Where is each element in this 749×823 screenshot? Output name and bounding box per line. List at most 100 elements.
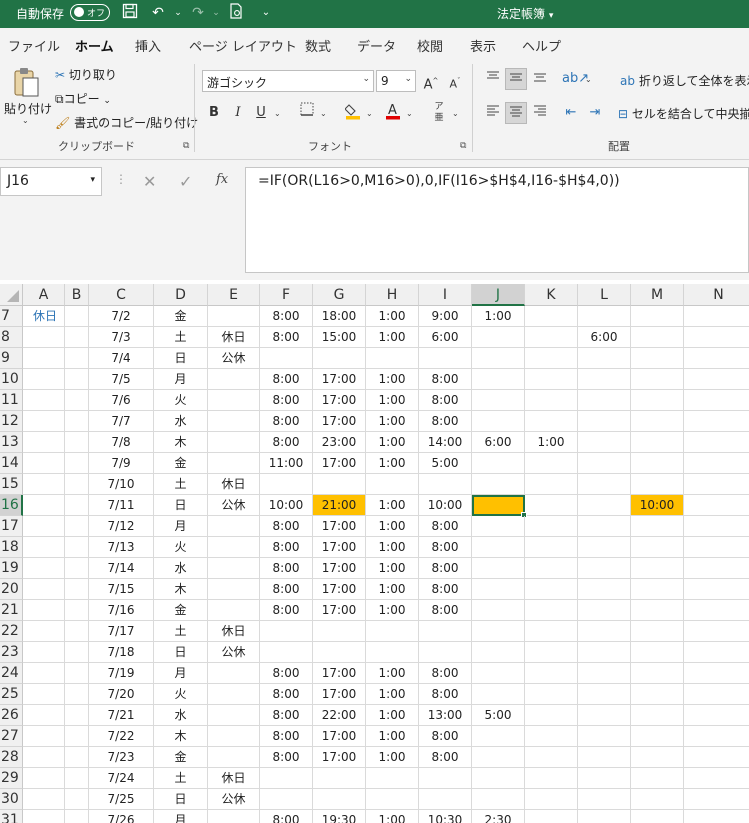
cell-a28[interactable] <box>23 747 65 768</box>
cell-e22[interactable]: 休日 <box>208 621 260 642</box>
cell-e20[interactable] <box>208 579 260 600</box>
cell-j13[interactable]: 6:00 <box>472 432 525 453</box>
cell-a31[interactable] <box>23 810 65 823</box>
cell-g29[interactable] <box>313 768 366 789</box>
cell-c15[interactable]: 7/10 <box>89 474 154 495</box>
formula-input[interactable]: =IF(OR(L16>0,M16>0),0,IF(I16>$H$4,I16-$H… <box>245 167 749 273</box>
cell-e7[interactable] <box>208 306 260 327</box>
cell-g17[interactable]: 17:00 <box>313 516 366 537</box>
cell-b27[interactable] <box>65 726 89 747</box>
cell-n20[interactable] <box>684 579 749 600</box>
cell-b21[interactable] <box>65 600 89 621</box>
cell-c27[interactable]: 7/22 <box>89 726 154 747</box>
print-preview-icon[interactable] <box>226 3 246 23</box>
cell-h12[interactable]: 1:00 <box>366 411 419 432</box>
cell-d11[interactable]: 火 <box>154 390 208 411</box>
cell-j12[interactable] <box>472 411 525 432</box>
cell-j31[interactable]: 2:30 <box>472 810 525 823</box>
cell-a17[interactable] <box>23 516 65 537</box>
cell-g12[interactable]: 17:00 <box>313 411 366 432</box>
cell-f24[interactable]: 8:00 <box>260 663 313 684</box>
cell-e26[interactable] <box>208 705 260 726</box>
cell-l28[interactable] <box>578 747 631 768</box>
cell-h9[interactable] <box>366 348 419 369</box>
cell-i17[interactable]: 8:00 <box>419 516 472 537</box>
font-launcher-icon[interactable]: ⧉ <box>460 141 466 151</box>
cell-h29[interactable] <box>366 768 419 789</box>
cell-e19[interactable] <box>208 558 260 579</box>
cell-n25[interactable] <box>684 684 749 705</box>
cell-b14[interactable] <box>65 453 89 474</box>
cell-g23[interactable] <box>313 642 366 663</box>
cell-j23[interactable] <box>472 642 525 663</box>
cell-f23[interactable] <box>260 642 313 663</box>
bold-icon[interactable]: B <box>203 102 225 124</box>
cell-j20[interactable] <box>472 579 525 600</box>
cell-a29[interactable] <box>23 768 65 789</box>
cell-m19[interactable] <box>631 558 684 579</box>
cell-j22[interactable] <box>472 621 525 642</box>
enter-icon[interactable]: ✓ <box>179 172 192 191</box>
cell-f16[interactable]: 10:00 <box>260 495 313 516</box>
cell-c31[interactable]: 7/26 <box>89 810 154 823</box>
cell-h13[interactable]: 1:00 <box>366 432 419 453</box>
cell-f26[interactable]: 8:00 <box>260 705 313 726</box>
cell-e14[interactable] <box>208 453 260 474</box>
cell-n21[interactable] <box>684 600 749 621</box>
fill-color-icon[interactable] <box>342 102 364 124</box>
cell-n24[interactable] <box>684 663 749 684</box>
cell-j24[interactable] <box>472 663 525 684</box>
wrap-text-button[interactable]: ab 折り返して全体を表示す <box>620 72 749 89</box>
cell-f18[interactable]: 8:00 <box>260 537 313 558</box>
cell-g26[interactable]: 22:00 <box>313 705 366 726</box>
cell-d21[interactable]: 金 <box>154 600 208 621</box>
column-header-i[interactable]: I <box>419 284 472 306</box>
cell-k24[interactable] <box>525 663 578 684</box>
cell-i9[interactable] <box>419 348 472 369</box>
cell-g25[interactable]: 17:00 <box>313 684 366 705</box>
cell-f13[interactable]: 8:00 <box>260 432 313 453</box>
cell-c17[interactable]: 7/12 <box>89 516 154 537</box>
cell-d19[interactable]: 水 <box>154 558 208 579</box>
cell-i19[interactable]: 8:00 <box>419 558 472 579</box>
increase-font-icon[interactable]: A^ <box>420 70 442 92</box>
cell-m26[interactable] <box>631 705 684 726</box>
cell-k16[interactable] <box>525 495 578 516</box>
tab-formulas[interactable]: 数式 <box>305 36 331 55</box>
cell-d7[interactable]: 金 <box>154 306 208 327</box>
row-header-11[interactable]: 11 <box>0 390 23 411</box>
cell-i11[interactable]: 8:00 <box>419 390 472 411</box>
row-header-28[interactable]: 28 <box>0 747 23 768</box>
phonetic-icon[interactable]: ア亜 <box>428 102 450 124</box>
cell-f10[interactable]: 8:00 <box>260 369 313 390</box>
cell-i29[interactable] <box>419 768 472 789</box>
cell-j21[interactable] <box>472 600 525 621</box>
orientation-dropdown-icon[interactable]: ⌄ <box>585 75 592 84</box>
cell-e29[interactable]: 休日 <box>208 768 260 789</box>
cell-a30[interactable] <box>23 789 65 810</box>
cell-j10[interactable] <box>472 369 525 390</box>
align-center-icon[interactable] <box>505 102 527 124</box>
cell-c24[interactable]: 7/19 <box>89 663 154 684</box>
cell-l11[interactable] <box>578 390 631 411</box>
cell-f28[interactable]: 8:00 <box>260 747 313 768</box>
cell-f31[interactable]: 8:00 <box>260 810 313 823</box>
cell-n12[interactable] <box>684 411 749 432</box>
align-top-icon[interactable] <box>482 68 504 90</box>
tab-data[interactable]: データ <box>357 36 396 55</box>
cell-m7[interactable] <box>631 306 684 327</box>
cell-h30[interactable] <box>366 789 419 810</box>
cell-h14[interactable]: 1:00 <box>366 453 419 474</box>
cell-j8[interactable] <box>472 327 525 348</box>
cell-d20[interactable]: 木 <box>154 579 208 600</box>
cell-d15[interactable]: 土 <box>154 474 208 495</box>
cell-e27[interactable] <box>208 726 260 747</box>
cell-k19[interactable] <box>525 558 578 579</box>
cell-l27[interactable] <box>578 726 631 747</box>
cell-d10[interactable]: 月 <box>154 369 208 390</box>
row-header-13[interactable]: 13 <box>0 432 23 453</box>
cell-j14[interactable] <box>472 453 525 474</box>
cell-c23[interactable]: 7/18 <box>89 642 154 663</box>
cell-i21[interactable]: 8:00 <box>419 600 472 621</box>
cell-j28[interactable] <box>472 747 525 768</box>
